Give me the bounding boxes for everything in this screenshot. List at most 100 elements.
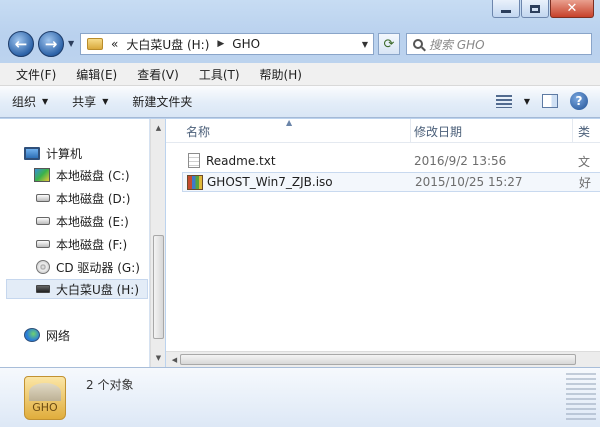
tree-item-drive-c[interactable]: 本地磁盘 (C:) xyxy=(34,165,130,185)
file-row-iso[interactable]: GHOST_Win7_ZJB.iso 2015/10/25 15:27 好 xyxy=(182,172,600,192)
navigation-scrollbar[interactable]: ▲ ▼ xyxy=(150,119,165,367)
explorer-window: ✕ ← → ▼ « 大白菜U盘 (H:) ▶ GHO ▼ ⟳ 搜索 GHO 文件… xyxy=(0,0,600,427)
breadcrumb-separator-icon[interactable]: ▶ xyxy=(217,39,224,49)
share-label: 共享 xyxy=(72,95,97,109)
tree-item-computer[interactable]: 计算机 xyxy=(24,143,82,163)
help-icon[interactable]: ? xyxy=(570,92,588,110)
maximize-icon xyxy=(530,4,540,13)
close-button[interactable]: ✕ xyxy=(550,0,594,18)
forward-arrow-icon: → xyxy=(44,35,58,53)
menu-edit[interactable]: 编辑(E) xyxy=(66,66,127,83)
organize-label: 组织 xyxy=(12,95,37,109)
scroll-thumb[interactable] xyxy=(180,354,576,365)
tree-item-label: 计算机 xyxy=(46,146,83,161)
new-folder-button[interactable]: 新建文件夹 xyxy=(132,93,192,110)
tree-item-drive-e[interactable]: 本地磁盘 (E:) xyxy=(36,211,129,231)
folder-gho-icon: GHO xyxy=(24,376,66,420)
search-input[interactable]: 搜索 GHO xyxy=(406,33,592,55)
address-dropdown-icon[interactable]: ▼ xyxy=(362,40,368,49)
tree-item-label: 本地磁盘 (C:) xyxy=(56,168,130,183)
search-placeholder: 搜索 GHO xyxy=(429,37,485,52)
tree-item-drive-f[interactable]: 本地磁盘 (F:) xyxy=(36,234,127,254)
file-name: GHOST_Win7_ZJB.iso xyxy=(207,175,333,189)
menu-file[interactable]: 文件(F) xyxy=(6,66,66,83)
tree-item-label: CD 驱动器 (G:) xyxy=(56,260,140,275)
drive-icon xyxy=(36,217,50,225)
tree-item-label: 本地磁盘 (E:) xyxy=(56,214,129,229)
navigation-bar: ← → ▼ « 大白菜U盘 (H:) ▶ GHO ▼ ⟳ 搜索 GHO xyxy=(8,30,592,58)
file-type: 好 xyxy=(579,175,592,190)
folder-icon-label: GHO xyxy=(32,401,58,414)
menu-help[interactable]: 帮助(H) xyxy=(250,66,312,83)
drive-icon xyxy=(36,194,50,202)
details-pane: GHO 2 个对象 xyxy=(0,367,600,427)
drive-icon xyxy=(36,240,50,248)
scroll-down-icon[interactable]: ▼ xyxy=(152,351,165,365)
usb-drive-icon xyxy=(36,285,50,293)
back-arrow-icon: ← xyxy=(14,35,28,53)
tree-item-drive-g[interactable]: CD 驱动器 (G:) xyxy=(36,257,140,277)
new-folder-label: 新建文件夹 xyxy=(132,95,193,109)
minimize-icon xyxy=(501,10,511,13)
resize-grip[interactable] xyxy=(566,373,596,423)
item-count: 2 个对象 xyxy=(86,378,134,392)
menu-tools[interactable]: 工具(T) xyxy=(189,66,250,83)
column-name[interactable]: 名称 xyxy=(186,123,210,140)
scroll-up-icon[interactable]: ▲ xyxy=(152,121,165,135)
menu-view[interactable]: 查看(V) xyxy=(127,66,189,83)
tree-item-drive-d[interactable]: 本地磁盘 (D:) xyxy=(36,188,130,208)
menu-bar: 文件(F) 编辑(E) 查看(V) 工具(T) 帮助(H) xyxy=(0,63,600,86)
toolbar-right: ▼ ? xyxy=(495,92,588,110)
refresh-icon: ⟳ xyxy=(383,36,395,52)
horizontal-scrollbar[interactable]: ◀ xyxy=(166,351,600,367)
file-date: 2015/10/25 15:27 xyxy=(415,175,523,189)
chevron-down-icon: ▼ xyxy=(42,97,49,106)
close-icon: ✕ xyxy=(566,1,578,16)
file-name: Readme.txt xyxy=(206,154,276,168)
file-row-readme[interactable]: Readme.txt 2016/9/2 13:56 文 xyxy=(182,151,600,171)
organize-button[interactable]: 组织 ▼ xyxy=(12,93,48,110)
scroll-thumb[interactable] xyxy=(153,235,164,339)
command-bar: 组织 ▼ 共享 ▼ 新建文件夹 ▼ ? xyxy=(0,86,600,118)
share-button[interactable]: 共享 ▼ xyxy=(72,93,108,110)
navigation-pane: 计算机 本地磁盘 (C:) 本地磁盘 (D:) 本地磁盘 (E:) 本地磁盘 (… xyxy=(0,119,150,367)
column-header: 名称 ▲ 修改日期 类 xyxy=(166,119,600,143)
folder-icon xyxy=(87,38,103,50)
column-divider[interactable] xyxy=(410,119,411,143)
column-type[interactable]: 类 xyxy=(578,123,590,140)
system-drive-icon xyxy=(34,168,50,182)
recent-pages-dropdown[interactable]: ▼ xyxy=(68,39,74,48)
search-icon xyxy=(413,39,423,49)
tree-item-label: 大白菜U盘 (H:) xyxy=(56,282,140,297)
view-options-icon[interactable] xyxy=(495,94,512,108)
refresh-button[interactable]: ⟳ xyxy=(378,33,400,55)
column-date[interactable]: 修改日期 xyxy=(414,123,462,140)
minimize-button[interactable] xyxy=(492,0,520,18)
tree-item-label: 本地磁盘 (D:) xyxy=(56,191,131,206)
breadcrumb-folder[interactable]: GHO xyxy=(232,37,260,51)
breadcrumb-root[interactable]: « xyxy=(111,37,118,51)
text-file-icon xyxy=(188,153,200,168)
view-dropdown-icon[interactable]: ▼ xyxy=(524,97,530,106)
cd-drive-icon xyxy=(36,260,50,274)
network-icon xyxy=(24,328,40,342)
caption-buttons: ✕ xyxy=(492,0,594,18)
tree-item-label: 本地磁盘 (F:) xyxy=(56,237,128,252)
chevron-down-icon: ▼ xyxy=(102,97,109,106)
preview-pane-icon[interactable] xyxy=(542,94,558,108)
tree-item-network[interactable]: 网络 xyxy=(24,325,70,345)
computer-icon xyxy=(24,146,40,160)
forward-button[interactable]: → xyxy=(38,31,64,57)
file-list: 名称 ▲ 修改日期 类 Readme.txt 2016/9/2 13:56 文 … xyxy=(166,119,600,351)
tree-item-drive-h[interactable]: 大白菜U盘 (H:) xyxy=(6,279,148,299)
tree-item-label: 网络 xyxy=(46,328,71,343)
file-type: 文 xyxy=(578,154,591,169)
sort-ascending-icon: ▲ xyxy=(286,119,293,127)
column-divider[interactable] xyxy=(572,119,573,143)
breadcrumb-drive[interactable]: 大白菜U盘 (H:) xyxy=(126,36,209,53)
iso-file-icon xyxy=(187,175,203,190)
back-button[interactable]: ← xyxy=(8,31,34,57)
address-bar[interactable]: « 大白菜U盘 (H:) ▶ GHO ▼ xyxy=(80,33,374,55)
maximize-button[interactable] xyxy=(521,0,549,18)
file-date: 2016/9/2 13:56 xyxy=(414,154,507,168)
